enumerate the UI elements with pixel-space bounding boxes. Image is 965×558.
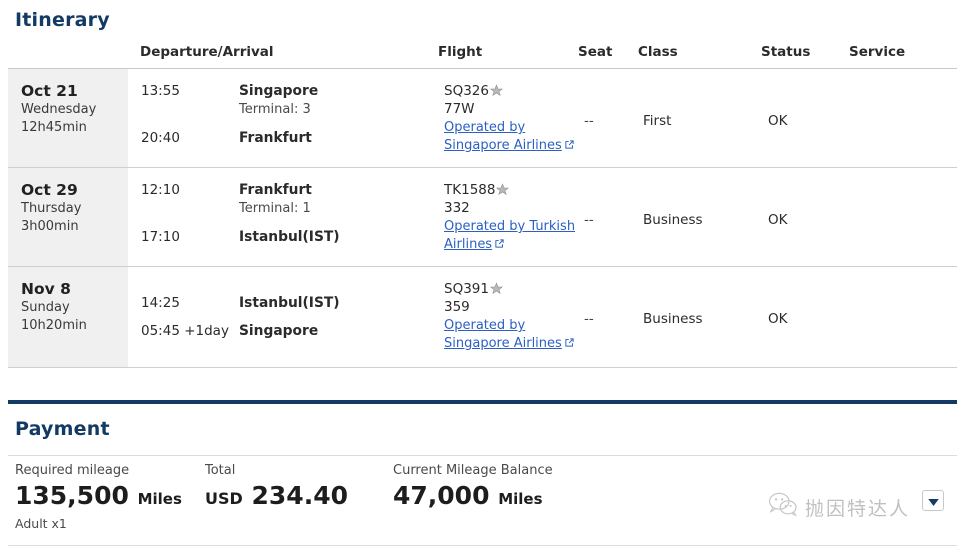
- dropdown-toggle-button[interactable]: [922, 490, 944, 511]
- row-flight-number: SQ326: [444, 83, 489, 99]
- row-duration: 3h00min: [21, 219, 79, 234]
- column-header-flight: Flight: [438, 44, 483, 60]
- external-link-icon: [494, 237, 505, 255]
- mileage-balance-unit: Miles: [498, 490, 543, 508]
- row-class: Business: [643, 311, 703, 327]
- row-seat: --: [584, 113, 594, 129]
- column-header-class: Class: [638, 44, 678, 60]
- row-flight-number: SQ391: [444, 281, 489, 297]
- total-label: Total: [205, 463, 236, 478]
- table-row: Oct 29 Thursday 3h00min 12:10 Frankfurt …: [8, 168, 957, 267]
- row-departure-place: Frankfurt: [239, 182, 312, 198]
- row-class: Business: [643, 212, 703, 228]
- row-arrival-place: Singapore: [239, 323, 319, 339]
- row-duration: 12h45min: [21, 120, 87, 135]
- row-date-cell: Oct 29 Thursday 3h00min: [8, 168, 128, 266]
- star-alliance-icon: [489, 282, 504, 299]
- row-operated-by-link[interactable]: Operated by Singapore Airlines: [444, 119, 576, 156]
- booking-summary-page: Itinerary Departure/Arrival Flight Seat …: [0, 0, 965, 558]
- row-date: Nov 8: [21, 280, 71, 298]
- payment-section-top-bar: [8, 400, 957, 404]
- row-status: OK: [768, 113, 788, 129]
- row-operated-by-text: Operated by Turkish Airlines: [444, 219, 576, 252]
- row-date: Oct 29: [21, 181, 78, 199]
- external-link-icon: [564, 138, 575, 156]
- chevron-down-icon: [927, 491, 939, 510]
- required-mileage-value: 135,500: [15, 481, 129, 510]
- row-arrival-time: 05:45 +1day: [141, 323, 229, 339]
- row-arrival-time: 20:40: [141, 130, 180, 146]
- row-flight-number: TK1588: [444, 182, 496, 198]
- column-header-service: Service: [849, 44, 906, 60]
- passenger-count: Adult x1: [15, 516, 67, 531]
- row-operated-by-link[interactable]: Operated by Turkish Airlines: [444, 218, 576, 255]
- row-equipment: 77W: [444, 101, 475, 117]
- row-departure-time: 13:55: [141, 83, 180, 99]
- row-departure-place: Singapore: [239, 83, 319, 99]
- row-departure-place: Istanbul(IST): [239, 295, 340, 311]
- row-date: Oct 21: [21, 82, 78, 100]
- row-arrival-place: Frankfurt: [239, 130, 312, 146]
- table-row: Oct 21 Wednesday 12h45min 13:55 Singapor…: [8, 69, 957, 168]
- payment-bottom-divider: [8, 545, 957, 546]
- required-mileage-group: Required mileage 135,500 Miles Adult x1: [15, 463, 182, 531]
- row-departure-time: 14:25: [141, 295, 180, 311]
- column-header-departure-arrival: Departure/Arrival: [140, 44, 274, 60]
- mileage-balance-group: Current Mileage Balance 47,000 Miles: [393, 463, 553, 514]
- row-seat: --: [584, 311, 594, 327]
- row-weekday: Thursday: [21, 201, 82, 216]
- itinerary-section-title: Itinerary: [15, 9, 110, 31]
- row-equipment: 359: [444, 299, 470, 315]
- row-arrival-place: Istanbul(IST): [239, 229, 340, 245]
- external-link-icon: [564, 336, 575, 354]
- row-departure-terminal: Terminal: 1: [239, 201, 311, 216]
- total-currency: USD: [205, 489, 243, 508]
- required-mileage-unit: Miles: [137, 490, 182, 508]
- row-operated-by-link[interactable]: Operated by Singapore Airlines: [444, 317, 576, 354]
- total-price-group: Total USD 234.40: [205, 463, 348, 514]
- star-alliance-icon: [496, 183, 510, 200]
- row-departure-terminal: Terminal: 3: [239, 102, 311, 117]
- row-flight-number-wrap: SQ326: [444, 83, 504, 101]
- payment-divider: [8, 455, 957, 456]
- wechat-watermark: 抛因特达人: [768, 492, 910, 522]
- column-header-status: Status: [761, 44, 811, 60]
- row-duration: 10h20min: [21, 318, 87, 333]
- itinerary-table-header: Departure/Arrival Flight Seat Class Stat…: [8, 44, 957, 69]
- row-departure-time: 12:10: [141, 182, 180, 198]
- row-class: First: [643, 113, 672, 129]
- row-operated-by-text: Operated by Singapore Airlines: [444, 318, 562, 351]
- required-mileage-value-wrap: 135,500 Miles: [15, 481, 182, 514]
- row-status: OK: [768, 311, 788, 327]
- mileage-balance-value-wrap: 47,000 Miles: [393, 481, 553, 514]
- row-weekday: Sunday: [21, 300, 70, 315]
- row-flight-number-wrap: TK1588: [444, 182, 510, 200]
- payment-section-title: Payment: [15, 418, 110, 440]
- mileage-balance-value: 47,000: [393, 481, 490, 510]
- total-value: 234.40: [251, 481, 348, 510]
- row-operated-by-text: Operated by Singapore Airlines: [444, 120, 562, 153]
- row-weekday: Wednesday: [21, 102, 97, 117]
- table-row: Nov 8 Sunday 10h20min 14:25 Istanbul(IST…: [8, 267, 957, 368]
- watermark-text: 抛因特达人: [805, 497, 911, 520]
- wechat-icon: [768, 492, 798, 522]
- row-arrival-time: 17:10: [141, 229, 180, 245]
- mileage-balance-label: Current Mileage Balance: [393, 463, 553, 478]
- column-header-seat: Seat: [578, 44, 613, 60]
- row-date-cell: Nov 8 Sunday 10h20min: [8, 267, 128, 367]
- row-flight-number-wrap: SQ391: [444, 281, 504, 299]
- star-alliance-icon: [489, 84, 504, 101]
- required-mileage-label: Required mileage: [15, 463, 130, 478]
- row-date-cell: Oct 21 Wednesday 12h45min: [8, 69, 128, 167]
- total-value-wrap: USD 234.40: [205, 481, 348, 514]
- row-equipment: 332: [444, 200, 470, 216]
- row-seat: --: [584, 212, 594, 228]
- row-status: OK: [768, 212, 788, 228]
